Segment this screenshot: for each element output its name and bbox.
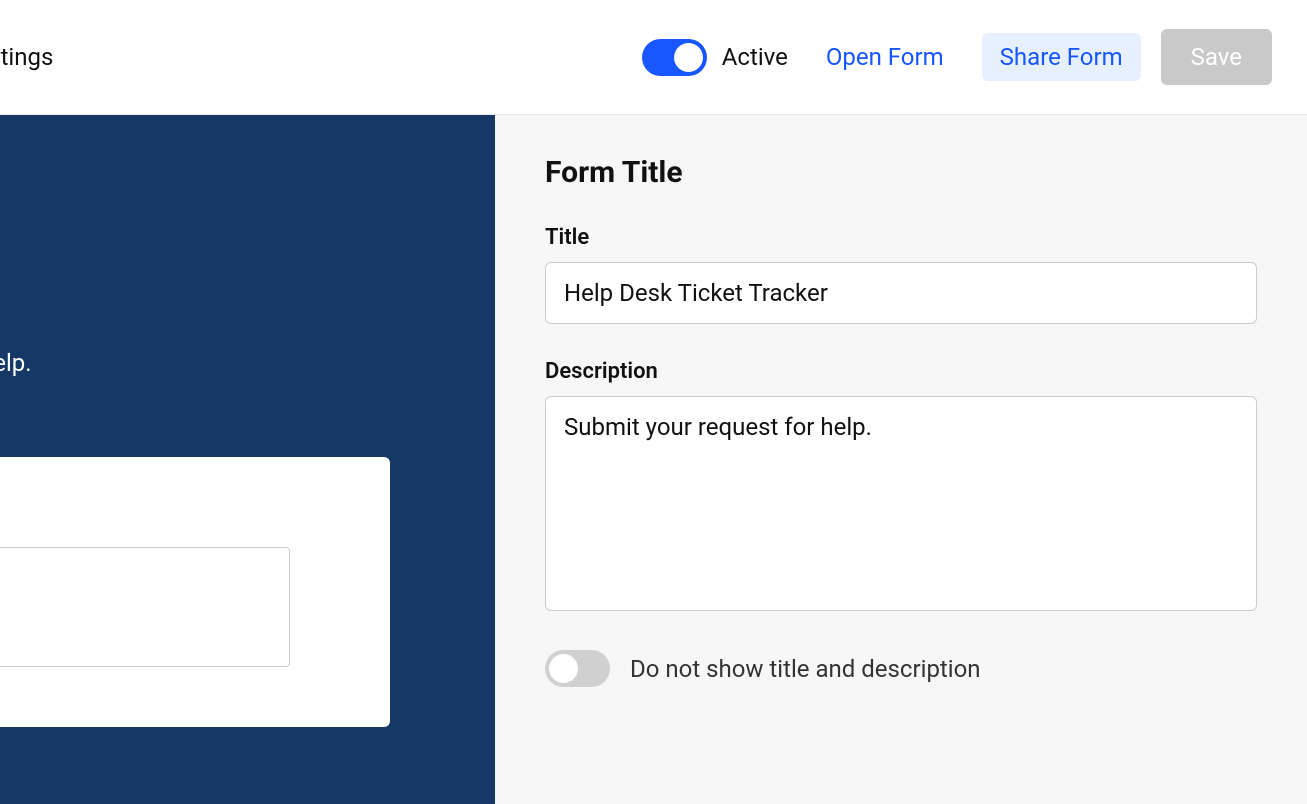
hide-title-toggle[interactable] xyxy=(545,650,610,687)
active-toggle-label: Active xyxy=(722,43,788,71)
title-label: Title xyxy=(545,225,1257,250)
hide-title-toggle-label: Do not show title and description xyxy=(630,655,981,683)
toggle-knob xyxy=(549,654,578,683)
title-input[interactable] xyxy=(545,262,1257,324)
form-preview-panel: t t Tracker help. xyxy=(0,115,495,804)
nav-settings-label[interactable]: ettings xyxy=(0,43,53,71)
preview-form-card xyxy=(0,457,390,727)
active-toggle-group: Active xyxy=(642,39,788,76)
save-button[interactable]: Save xyxy=(1161,29,1272,85)
title-field-group: Title xyxy=(545,225,1257,324)
top-toolbar: ettings Active Open Form Share Form Save xyxy=(0,0,1307,115)
description-label: Description xyxy=(545,359,1257,384)
preview-large-title: t Tracker xyxy=(0,248,495,309)
section-title: Form Title xyxy=(545,155,1257,190)
preview-text-input[interactable] xyxy=(0,547,290,667)
preview-small-title: t xyxy=(0,165,495,198)
active-toggle[interactable] xyxy=(642,39,707,76)
share-form-button[interactable]: Share Form xyxy=(982,33,1141,81)
toolbar-actions: Active Open Form Share Form Save xyxy=(642,29,1272,85)
description-field-group: Description xyxy=(545,359,1257,615)
form-settings-panel: Form Title Title Description Do not show… xyxy=(495,115,1307,804)
preview-description: help. xyxy=(0,349,495,377)
description-input[interactable] xyxy=(545,396,1257,611)
main-content: t t Tracker help. Form Title Title Descr… xyxy=(0,115,1307,804)
hide-title-toggle-row: Do not show title and description xyxy=(545,650,1257,687)
open-form-button[interactable]: Open Form xyxy=(808,33,962,81)
toggle-knob xyxy=(674,43,703,72)
